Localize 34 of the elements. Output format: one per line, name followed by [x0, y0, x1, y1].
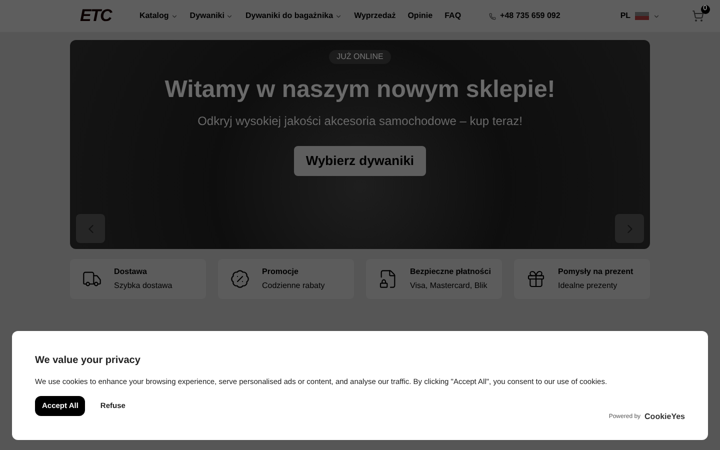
phone-number[interactable]: +48 735 659 092 — [500, 10, 560, 22]
feature-text: Codzienne rabaty — [262, 280, 325, 292]
flag-icon — [634, 12, 649, 20]
nav-link[interactable]: Katalog — [139, 10, 178, 22]
nav-link[interactable]: Dywaniki do bagażnika — [245, 10, 342, 22]
brand-logo[interactable]: CookieYes — [644, 411, 685, 423]
hero-subtitle: Odkryj wysokiej jakości akcesoria samochodowe – kup teraz! — [198, 113, 522, 130]
cta-button[interactable]: Wybierz dywaniki — [294, 146, 426, 176]
chevron-down-icon — [335, 12, 342, 20]
language-selector[interactable]: PL — [620, 10, 631, 22]
hero-title: Witamy w naszym nowym sklepie! — [164, 75, 556, 105]
nav-link[interactable]: Dywaniki — [190, 10, 234, 22]
feature-title: Dostawa — [114, 266, 148, 278]
feature-title: Bezpieczne płatności — [410, 266, 491, 278]
document-lock-icon — [378, 269, 398, 289]
logo[interactable]: ETC — [80, 3, 112, 29]
badge: JUŻ ONLINE — [328, 50, 392, 64]
gift-icon — [526, 269, 546, 289]
feature-text: Idealne prezenty — [558, 280, 618, 292]
feature-title: Pomysły na prezent — [558, 266, 634, 278]
chevron-down-icon — [226, 12, 234, 20]
feature-text: Szybka dostawa — [114, 280, 172, 292]
nav-link[interactable]: Wyprzedaż — [354, 10, 396, 22]
chevron-down-icon — [170, 12, 178, 20]
nav-link[interactable]: FAQ — [444, 10, 462, 22]
chevron-down-icon — [652, 12, 660, 20]
percent-badge-icon — [230, 269, 250, 289]
feature-text: Visa, Mastercard, Blik — [410, 280, 488, 292]
phone-icon — [489, 12, 496, 20]
cookie-title: We value your privacy — [35, 354, 142, 368]
truck-icon — [82, 269, 102, 289]
nav-link[interactable]: Opinie — [408, 10, 433, 22]
cart-icon[interactable] — [692, 10, 704, 22]
feature-title: Promocje — [262, 266, 300, 278]
